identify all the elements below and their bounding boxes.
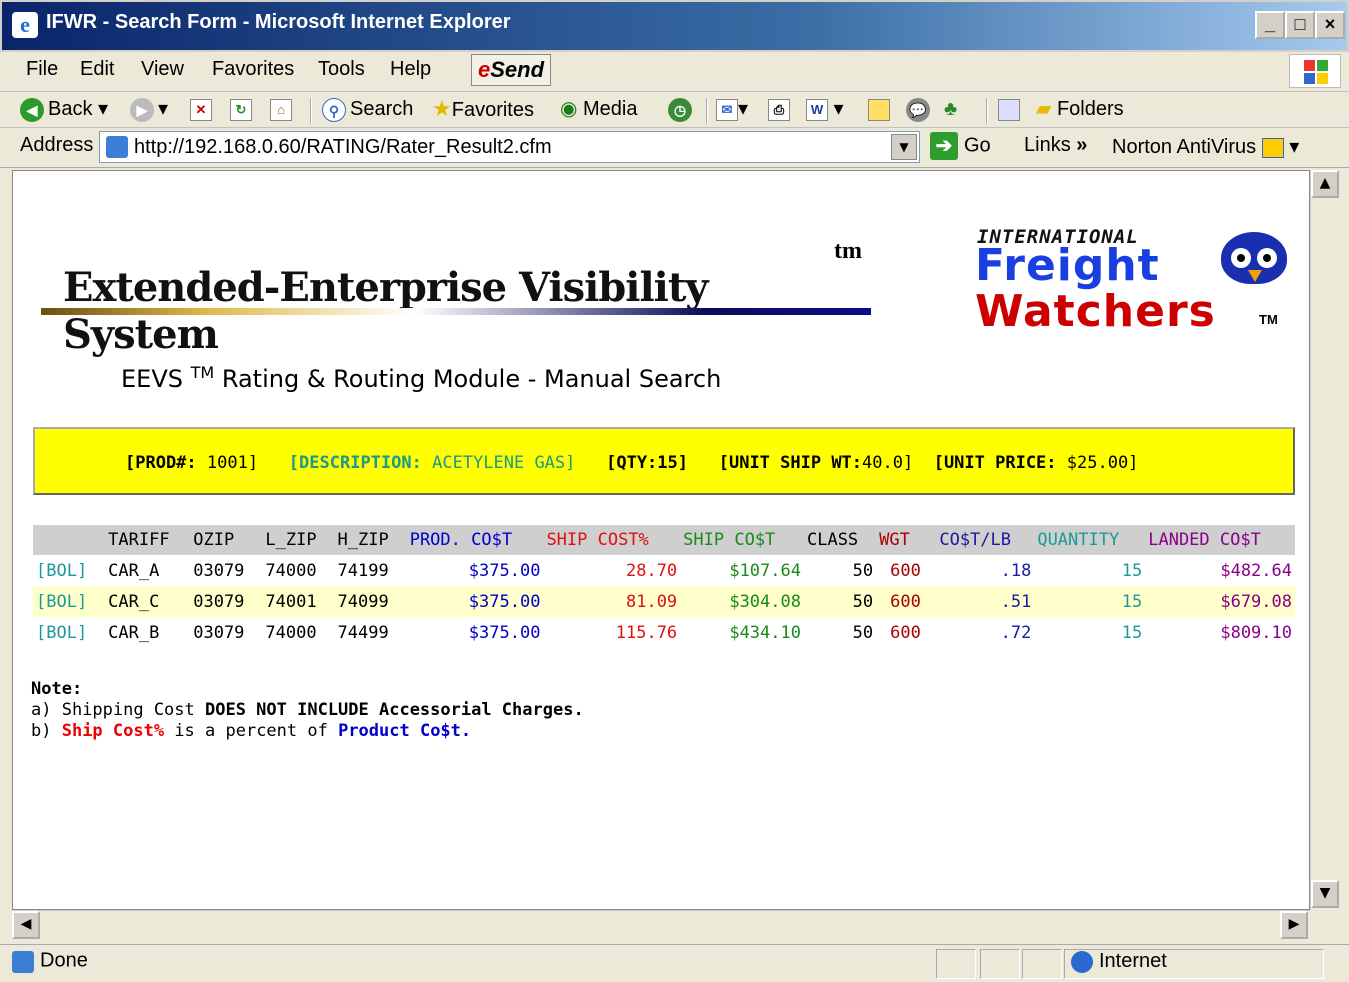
home-button[interactable]: ⌂ <box>270 96 292 122</box>
menu-help[interactable]: Help <box>390 58 431 81</box>
table-row: [BOL] CAR_B 03079 74000 74499 $375.00 11… <box>33 617 1295 648</box>
toolbar-extra-icon <box>998 98 1020 121</box>
vertical-scrollbar[interactable]: ▲ ▼ <box>1310 170 1340 910</box>
norton-toolbar[interactable]: Norton AntiVirus ▾ <box>1112 134 1299 159</box>
menu-favorites[interactable]: Favorites <box>212 58 294 81</box>
print-button[interactable]: ⎙ <box>768 96 790 122</box>
menu-file[interactable]: File <box>26 58 58 81</box>
address-label: Address <box>20 134 94 156</box>
banner-tm: tm <box>834 238 862 264</box>
refresh-button[interactable]: ↻ <box>230 96 252 122</box>
standard-toolbar: ◀ Back ▾ ▶ ▾ ✕ ↻ ⌂ ⚲ Search ★Favorites ◉ Me… <box>0 92 1349 128</box>
table-row: [BOL] CAR_A 03079 74000 74199 $375.00 28… <box>33 555 1295 586</box>
back-button[interactable]: ◀ Back ▾ <box>20 96 108 122</box>
media-button[interactable]: ◉ Media <box>560 96 638 122</box>
title-bar[interactable]: e IFWR - Search Form - Microsoft Interne… <box>0 0 1349 52</box>
windows-logo-icon <box>1289 54 1341 88</box>
research-button[interactable]: ♣ <box>944 96 957 122</box>
rating-results-table: TARIFF OZIP L_ZIP H_ZIP PROD. CO$T SHIP … <box>33 525 1295 648</box>
freight-watchers-logo: INTERNATIONAL Freight Watchers TM <box>975 226 1295 337</box>
folder-icon: ▰ <box>1036 98 1052 120</box>
maximize-button[interactable]: □ <box>1285 11 1315 39</box>
notes-title: Note: <box>31 679 83 699</box>
minimize-button[interactable]: _ <box>1255 11 1285 39</box>
page-content: Extended-Enterprise Visibility System tm… <box>12 170 1310 910</box>
table-header-row: TARIFF OZIP L_ZIP H_ZIP PROD. CO$T SHIP … <box>33 525 1295 555</box>
stop-button[interactable]: ✕ <box>190 96 212 122</box>
address-field[interactable]: ▼ <box>99 131 920 163</box>
scroll-right-icon[interactable]: ▶ <box>1280 911 1308 939</box>
links-toolbar[interactable]: Links » <box>1024 134 1087 157</box>
favorites-button[interactable]: ★Favorites <box>432 96 534 123</box>
norton-icon <box>1261 137 1284 158</box>
note-a: a) Shipping Cost DOES NOT INCLUDE Access… <box>31 700 584 720</box>
page-done-icon <box>12 951 34 973</box>
send-icon: e <box>477 57 491 82</box>
back-arrow-icon: ◀ <box>20 97 44 122</box>
search-button[interactable]: ⚲ Search <box>322 96 413 122</box>
banner-underline <box>41 308 871 315</box>
discuss-button[interactable] <box>868 96 890 122</box>
menu-edit[interactable]: Edit <box>80 58 114 81</box>
page-icon <box>106 136 128 158</box>
scroll-up-icon[interactable]: ▲ <box>1311 170 1339 198</box>
search-icon: ⚲ <box>322 97 346 122</box>
page-title: EEVS TM Rating & Routing Module - Manual… <box>121 363 722 393</box>
ie-icon: e <box>12 12 38 38</box>
refresh-icon: ↻ <box>230 98 252 121</box>
scroll-down-icon[interactable]: ▼ <box>1311 880 1339 908</box>
table-row: [BOL] CAR_C 03079 74001 74099 $375.00 81… <box>33 586 1295 617</box>
menu-bar: File Edit View Favorites Tools Help eSen… <box>0 52 1349 92</box>
history-button[interactable]: ◷ <box>668 96 696 122</box>
bol-link[interactable]: [BOL] <box>33 555 105 586</box>
send-button[interactable]: eSend <box>471 54 551 86</box>
scroll-left-icon[interactable]: ◀ <box>12 911 40 939</box>
bird-mascot-icon <box>1221 232 1287 284</box>
address-dropdown-icon[interactable]: ▼ <box>891 134 917 160</box>
menu-tools[interactable]: Tools <box>318 58 365 81</box>
menu-view[interactable]: View <box>141 58 184 81</box>
chevron-right-icon: » <box>1076 134 1088 156</box>
address-bar: Address ▼ ➔Go Links » Norton AntiVirus ▾ <box>0 128 1349 168</box>
word-icon: W <box>806 98 828 121</box>
go-arrow-icon: ➔ <box>930 132 958 160</box>
address-input[interactable] <box>134 134 884 160</box>
eevs-banner: Extended-Enterprise Visibility System tm <box>41 226 871 358</box>
forward-arrow-icon: ▶ <box>130 97 154 122</box>
history-icon: ◷ <box>668 97 692 122</box>
messenger-button[interactable]: 💬 <box>906 96 934 122</box>
globe-icon <box>1071 951 1093 973</box>
status-bar: Done Internet <box>0 944 1349 982</box>
notes-section: Note: a) Shipping Cost DOES NOT INCLUDE … <box>31 679 584 742</box>
star-icon: ★ <box>432 96 452 121</box>
home-icon: ⌂ <box>270 98 292 121</box>
media-icon: ◉ <box>560 98 578 120</box>
note-icon <box>868 98 890 121</box>
go-button[interactable]: ➔ Go <box>930 132 991 160</box>
close-button[interactable]: × <box>1315 11 1345 39</box>
mail-icon: ✉ <box>716 98 738 121</box>
extra-button[interactable] <box>998 96 1020 122</box>
print-icon: ⎙ <box>768 98 790 121</box>
status-text: Done <box>40 949 88 972</box>
edit-button[interactable]: W ▾ <box>806 96 844 122</box>
forward-button[interactable]: ▶ ▾ <box>130 96 168 122</box>
bol-link[interactable]: [BOL] <box>33 586 106 617</box>
research-icon: ♣ <box>944 98 958 120</box>
chat-icon: 💬 <box>906 97 930 122</box>
folders-button[interactable]: ▰ Folders <box>1036 96 1124 122</box>
horizontal-scrollbar[interactable]: ◀ ▶ <box>12 910 1310 940</box>
mail-button[interactable]: ✉ ▾ <box>716 96 748 122</box>
stop-icon: ✕ <box>190 98 212 121</box>
product-summary-box: [PROD#: 1001] [DESCRIPTION: ACETYLENE GA… <box>33 427 1295 495</box>
window-title: IFWR - Search Form - Microsoft Internet … <box>46 11 511 33</box>
note-b: b) Ship Cost% is a percent of Product Co… <box>31 721 472 741</box>
security-zone: Internet <box>1099 950 1167 972</box>
bol-link[interactable]: [BOL] <box>33 617 105 648</box>
